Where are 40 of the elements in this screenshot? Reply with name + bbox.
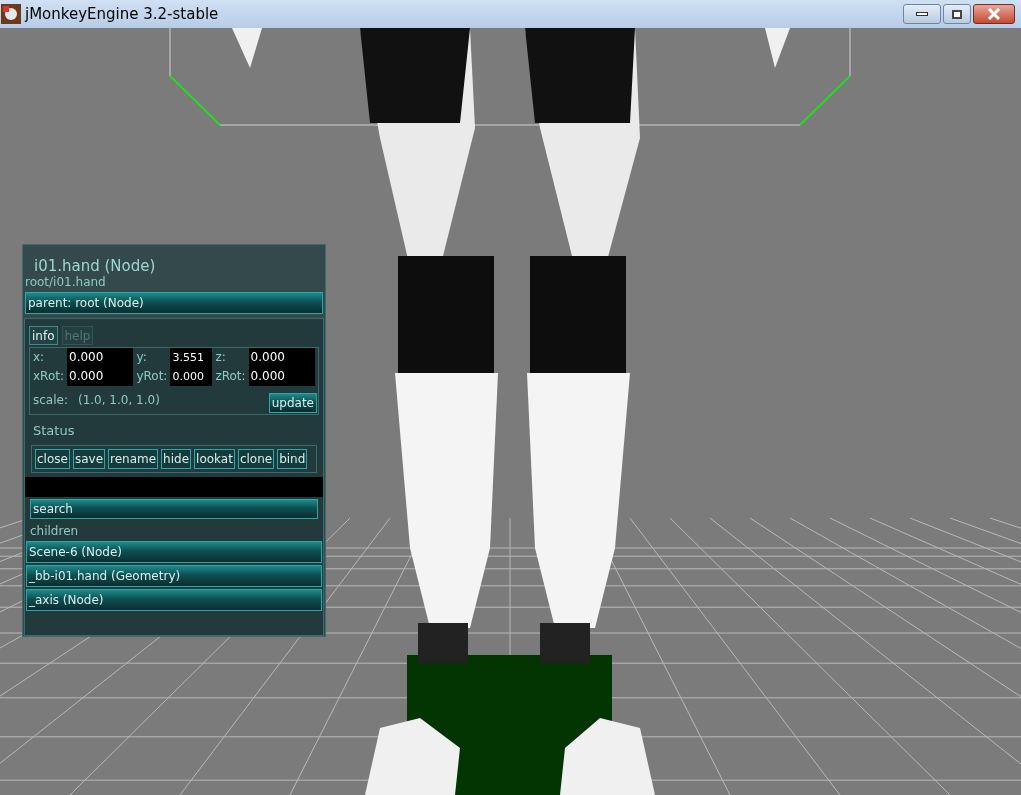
value-field[interactable]: 0.000 (248, 348, 315, 367)
status-label: Status (33, 422, 76, 440)
close-icon (987, 8, 1001, 20)
scale-value: (1.0, 1.0, 1.0) (77, 392, 160, 409)
action-button[interactable]: save (72, 448, 105, 469)
field-label: z: (215, 349, 227, 366)
value-field[interactable]: 0.000 (67, 348, 134, 367)
node-path: root/i01.hand (25, 275, 107, 290)
action-button[interactable]: hide (161, 448, 192, 469)
child-node-item[interactable]: Scene-6 (Node) (26, 540, 322, 563)
window-title: jMonkeyEngine 3.2-stable (25, 3, 219, 25)
action-button[interactable]: rename (108, 448, 159, 469)
panel-title: i01.hand (Node) (34, 257, 157, 275)
children-label: children (30, 522, 80, 540)
value-field[interactable]: 0.000 (248, 367, 315, 386)
value-field[interactable]: 3.551 (170, 348, 213, 367)
update-button[interactable]: update (268, 393, 317, 413)
action-button[interactable]: lookat (194, 448, 235, 469)
tab[interactable]: info (29, 326, 58, 345)
value-field[interactable]: 0.000 (67, 367, 134, 386)
action-button[interactable]: clone (237, 448, 275, 469)
app-icon (1, 4, 21, 24)
minimize-button[interactable] (903, 4, 941, 24)
field-label: x: (33, 349, 46, 366)
child-node-item[interactable]: _axis (Node) (26, 588, 322, 611)
action-button[interactable]: bind (277, 448, 308, 469)
field-label: zRot: (215, 368, 246, 385)
restore-icon (952, 9, 962, 19)
parent-button[interactable]: parent: root (Node) (25, 292, 323, 314)
field-label: xRot: (33, 368, 64, 385)
maximize-button[interactable] (943, 4, 971, 24)
value-field[interactable]: 0.000 (170, 367, 213, 386)
scale-label: scale: (33, 392, 68, 409)
minimize-icon (916, 12, 928, 16)
field-label: yRot: (136, 368, 168, 385)
search-field[interactable]: search (30, 498, 318, 519)
close-button[interactable] (973, 4, 1015, 24)
action-button[interactable]: close (35, 448, 70, 469)
field-label: y: (136, 349, 148, 366)
child-node-item[interactable]: _bb-i01.hand (Geometry) (26, 564, 322, 587)
